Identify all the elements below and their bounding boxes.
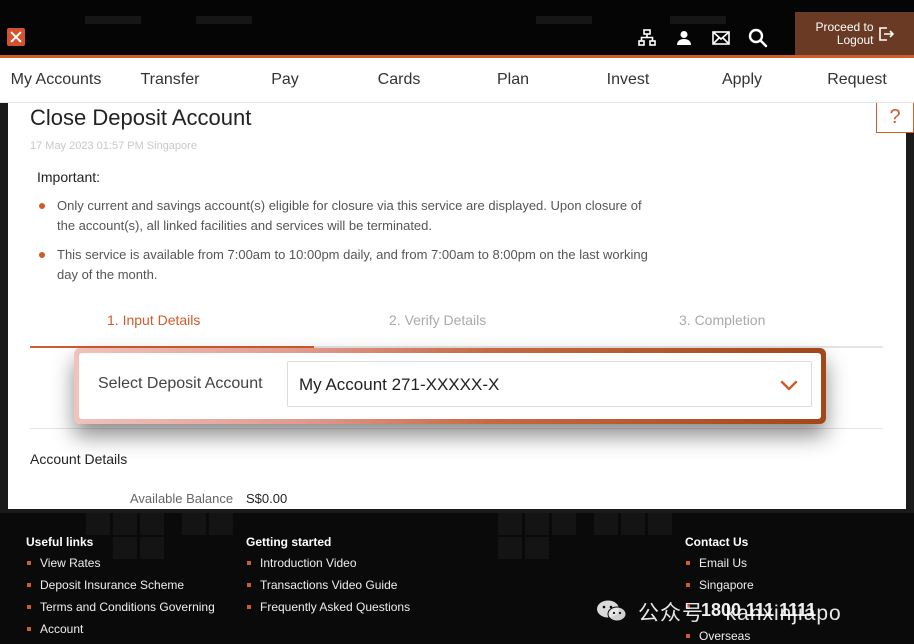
deposit-account-select[interactable]: My Account 271-XXXXX-X <box>287 361 812 407</box>
sitemap-icon[interactable] <box>637 28 657 48</box>
section-divider <box>30 428 883 429</box>
timestamp: 17 May 2023 01:57 PM Singapore <box>30 140 197 152</box>
nav-item-request[interactable]: Request <box>812 58 902 103</box>
footer-link-email-us[interactable]: Email Us <box>685 556 816 570</box>
header-decoration <box>670 16 726 24</box>
logout-label: Proceed to Logout <box>815 21 873 47</box>
search-icon[interactable] <box>748 28 768 48</box>
header-decoration <box>196 16 252 24</box>
footer-decoration <box>525 513 549 535</box>
footer-decoration <box>498 513 522 535</box>
nav-item-invest[interactable]: Invest <box>588 58 668 103</box>
user-icon[interactable] <box>674 28 694 48</box>
important-heading: Important: <box>37 169 101 185</box>
step-input-details: 1. Input Details <box>107 312 201 328</box>
available-balance-label: Available Balance <box>130 491 234 506</box>
footer-decoration <box>113 513 137 535</box>
step-verify-details: 2. Verify Details <box>389 312 487 328</box>
footer-link-deposit-insurance[interactable]: Deposit Insurance Scheme <box>26 578 215 592</box>
select-account-card: Select Deposit Account My Account 271-XX… <box>74 348 826 424</box>
chevron-down-icon <box>780 380 798 391</box>
footer-getting-started: Getting started Introduction Video Trans… <box>246 535 410 622</box>
step-completion: 3. Completion <box>679 312 766 328</box>
footer-link-intro-video[interactable]: Introduction Video <box>246 556 410 570</box>
footer-decoration <box>648 513 672 535</box>
footer-decoration <box>621 513 645 535</box>
main-content: ? Close Deposit Account 17 May 2023 01:5… <box>8 103 914 509</box>
footer-heading-useful-links: Useful links <box>26 535 94 549</box>
help-button[interactable]: ? <box>876 103 914 133</box>
nav-item-my-accounts[interactable]: My Accounts <box>0 58 112 103</box>
select-account-label: Select Deposit Account <box>98 375 263 392</box>
footer-decoration <box>498 537 522 559</box>
footer-link-account[interactable]: Account <box>26 622 215 636</box>
footer-link-faq[interactable]: Frequently Asked Questions <box>246 600 410 614</box>
footer-decoration <box>594 513 618 535</box>
mail-icon[interactable] <box>711 28 731 48</box>
header-decoration <box>85 16 141 24</box>
select-account-value: My Account 271-XXXXX-X <box>299 375 500 394</box>
top-header: Proceed to Logout <box>0 0 914 58</box>
footer-heading-contact-us: Contact Us <box>685 535 749 549</box>
footer: Useful links View Rates Deposit Insuranc… <box>0 513 914 644</box>
logout-icon <box>878 27 894 41</box>
footer-useful-links: Useful links View Rates Deposit Insuranc… <box>26 535 215 644</box>
footer-link-overseas[interactable]: Overseas <box>685 629 816 643</box>
bank-logo[interactable] <box>7 28 25 46</box>
important-note-1: Only current and savings account(s) elig… <box>39 196 662 236</box>
nav-item-plan[interactable]: Plan <box>473 58 553 103</box>
nav-item-cards[interactable]: Cards <box>359 58 439 103</box>
footer-decoration <box>182 513 206 535</box>
footer-decoration <box>552 513 576 535</box>
header-decoration <box>536 16 592 24</box>
footer-link-view-rates[interactable]: View Rates <box>26 556 215 570</box>
footer-decoration <box>525 537 549 559</box>
wechat-icon <box>597 600 627 622</box>
available-balance-value: S$0.00 <box>246 491 288 506</box>
footer-decoration <box>140 513 164 535</box>
footer-decoration <box>209 513 233 535</box>
nav-item-pay[interactable]: Pay <box>245 58 325 103</box>
select-account-panel: Select Deposit Account My Account 271-XX… <box>79 353 821 419</box>
page-title: Close Deposit Account <box>30 105 252 130</box>
footer-heading-getting-started: Getting started <box>246 535 332 549</box>
logout-button[interactable]: Proceed to Logout <box>795 12 914 56</box>
footer-link-transactions-guide[interactable]: Transactions Video Guide <box>246 578 410 592</box>
footer-link-terms-conditions[interactable]: Terms and Conditions Governing <box>26 600 215 614</box>
footer-decoration <box>86 513 110 535</box>
main-nav: My Accounts Transfer Pay Cards Plan Inve… <box>0 58 914 103</box>
nav-item-apply[interactable]: Apply <box>702 58 782 103</box>
nav-item-transfer[interactable]: Transfer <box>122 58 218 103</box>
watermark-text: 公众号 · kanxinjiapo <box>638 602 842 625</box>
footer-link-singapore[interactable]: Singapore <box>685 578 816 592</box>
footer-contact-us: Contact Us Email Us Singapore 1800 111 1… <box>685 535 816 644</box>
account-details-heading: Account Details <box>30 451 128 467</box>
logout-label-line2: Logout <box>836 33 874 47</box>
important-note-2: This service is available from 7:00am to… <box>39 245 662 285</box>
